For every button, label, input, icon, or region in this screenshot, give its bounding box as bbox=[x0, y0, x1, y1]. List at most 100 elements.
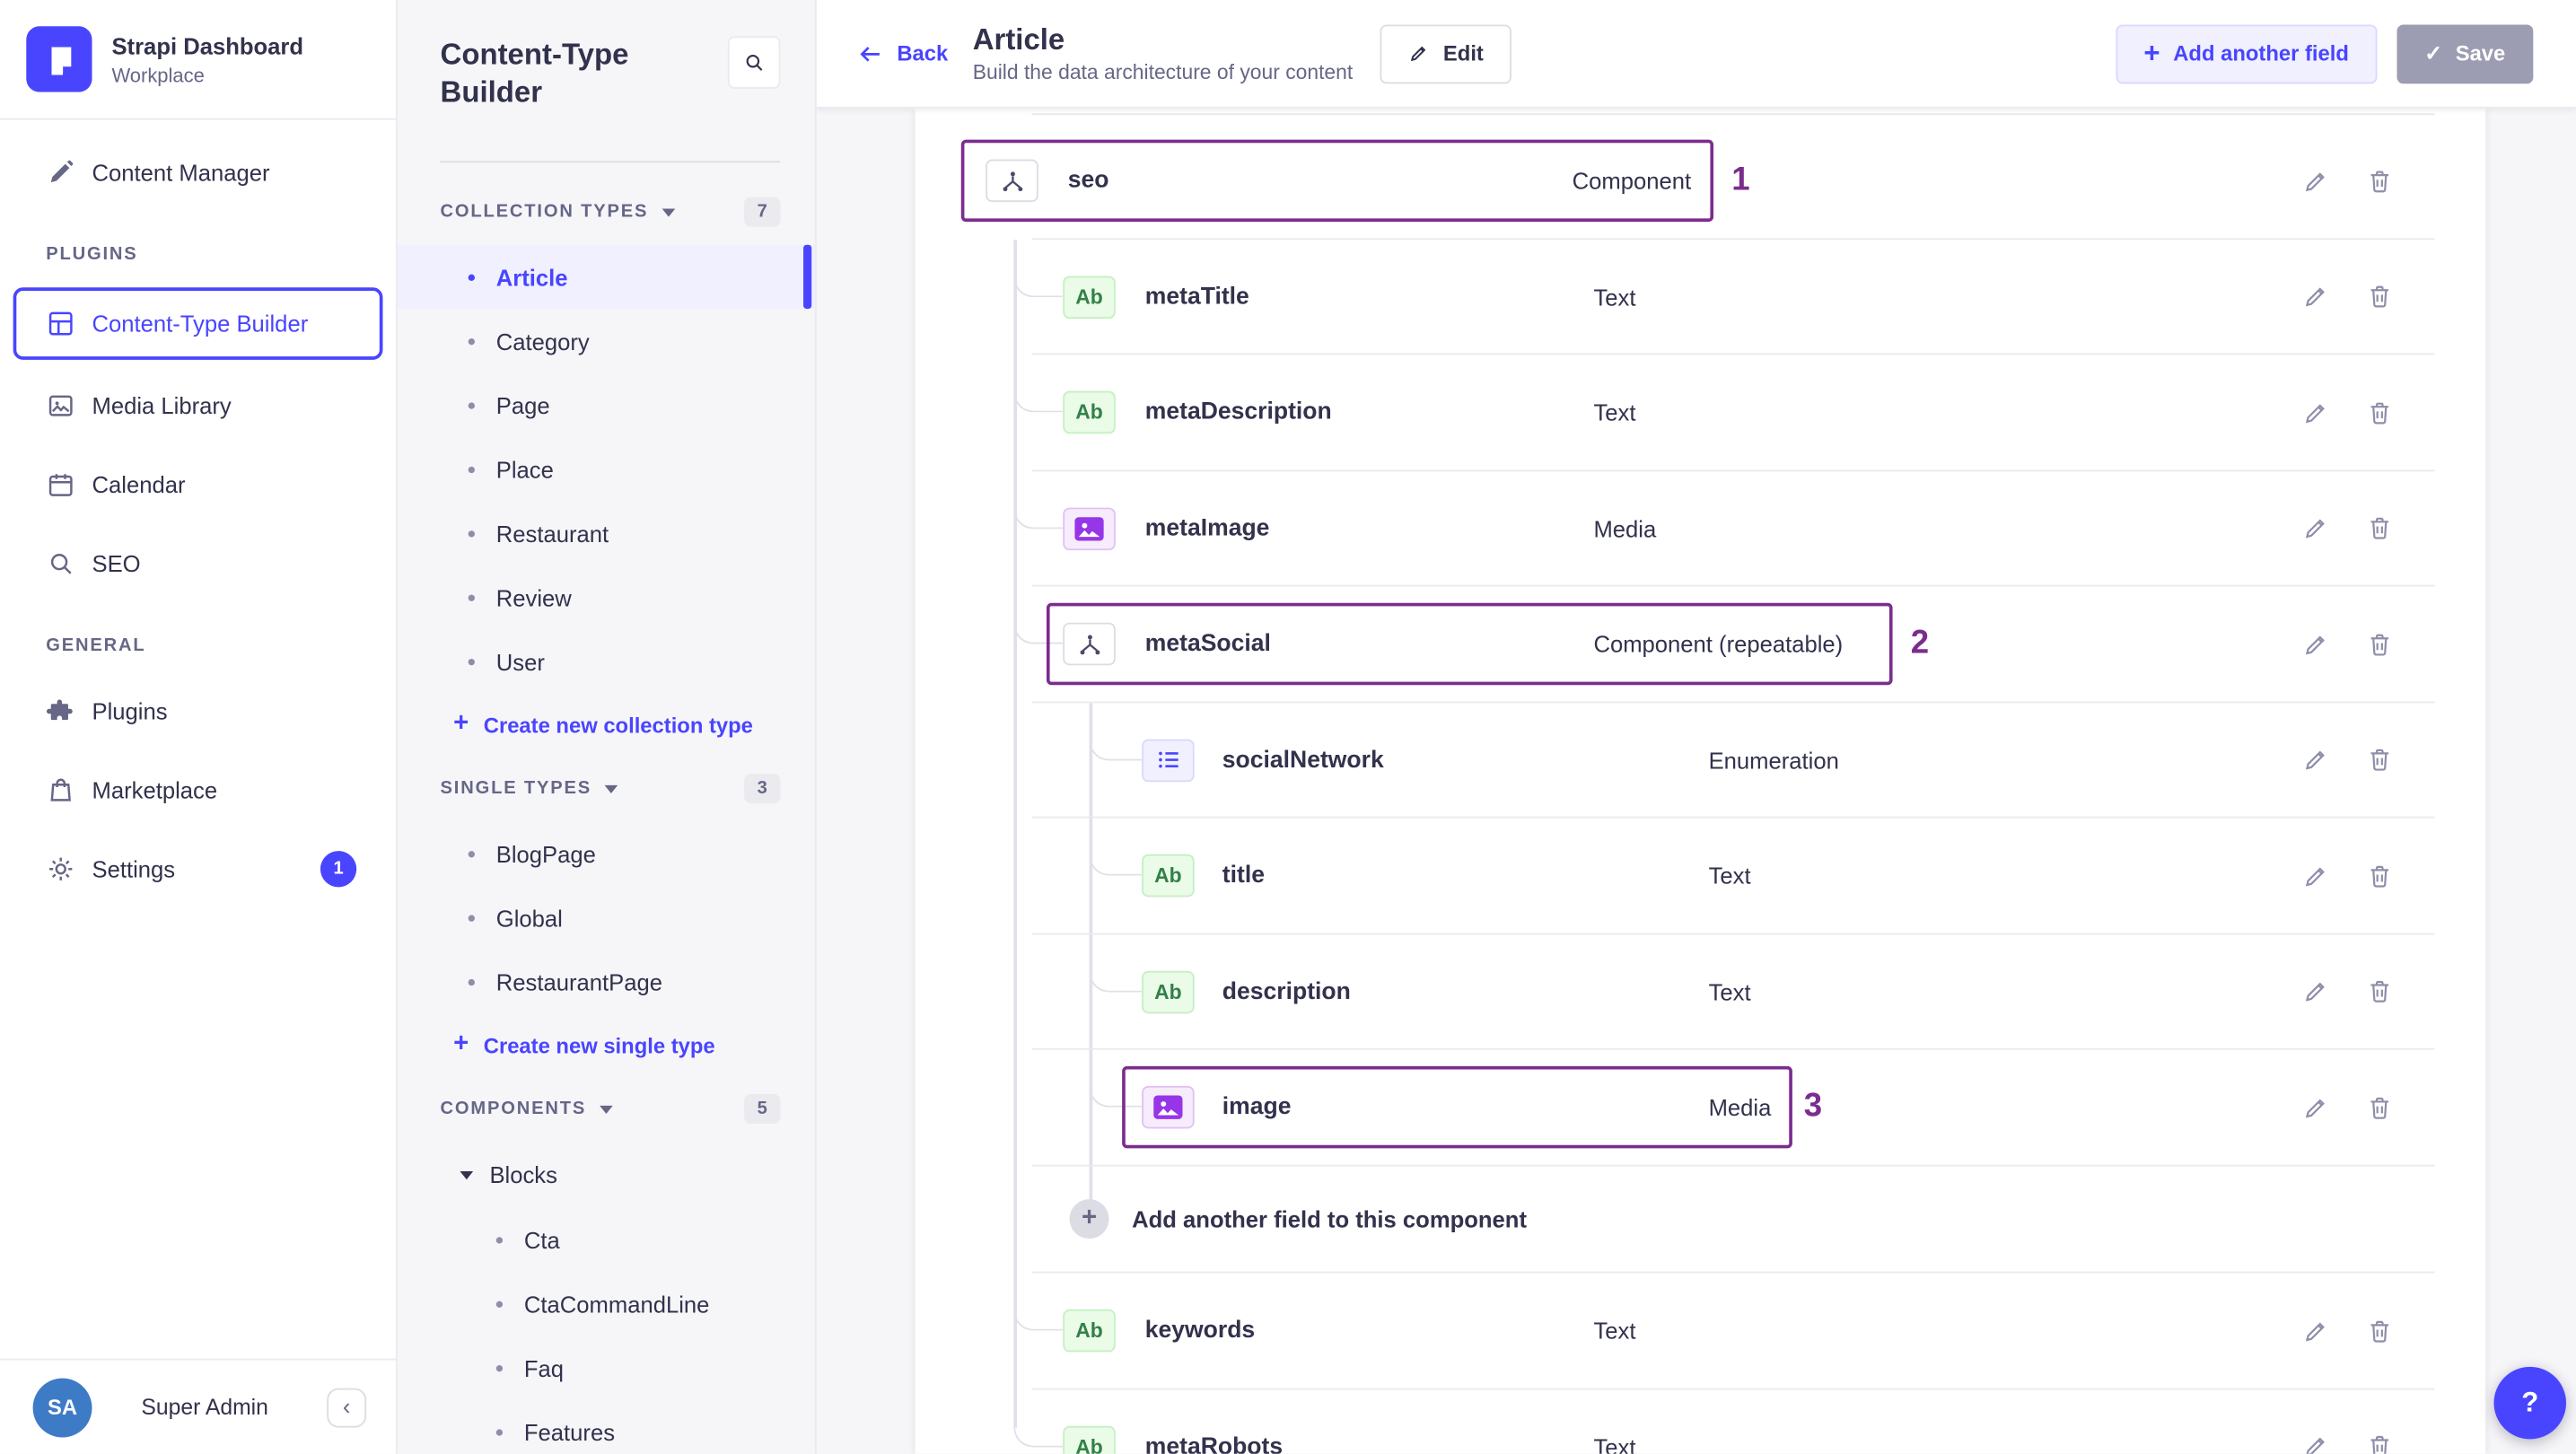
edit-field-button[interactable] bbox=[2293, 1425, 2336, 1454]
component-item-label: Faq bbox=[523, 1354, 565, 1381]
sidebar-item-calendar[interactable]: Calendar bbox=[0, 445, 396, 524]
avatar[interactable]: SA bbox=[32, 1377, 92, 1437]
delete-field-button[interactable] bbox=[2358, 739, 2401, 782]
pencil-icon bbox=[2300, 283, 2328, 311]
field-row-keywords: Ab keywords Text bbox=[916, 1274, 2486, 1389]
type-item-restaurant[interactable]: Restaurant bbox=[398, 501, 815, 565]
field-type: Media bbox=[1593, 515, 1657, 542]
help-button[interactable]: ? bbox=[2493, 1366, 2567, 1440]
section-header-single-types[interactable]: SINGLE TYPES 3 bbox=[398, 756, 815, 821]
delete-field-button[interactable] bbox=[2358, 507, 2401, 550]
sidebar-item-media-library[interactable]: Media Library bbox=[0, 366, 396, 445]
type-item-label: RestaurantPage bbox=[495, 968, 662, 995]
row-actions bbox=[2293, 391, 2400, 434]
user-name: Super Admin bbox=[141, 1394, 268, 1420]
check-icon: ✓ bbox=[2424, 40, 2443, 66]
add-field-label: Add another field bbox=[2173, 40, 2349, 66]
add-another-field-button[interactable]: + Add another field bbox=[2116, 23, 2378, 83]
notification-badge: 1 bbox=[320, 851, 357, 888]
type-item-blogpage[interactable]: BlogPage bbox=[398, 821, 815, 885]
field-row-seo: seo Component 1 bbox=[916, 123, 2486, 239]
edit-button[interactable]: Edit bbox=[1380, 23, 1511, 83]
delete-field-button[interactable] bbox=[2358, 623, 2401, 666]
media-field-icon bbox=[1063, 507, 1116, 550]
text-field-icon: Ab bbox=[1063, 276, 1116, 319]
delete-field-button[interactable] bbox=[2358, 970, 2401, 1013]
delete-field-button[interactable] bbox=[2358, 854, 2401, 898]
component-item-faq[interactable]: Faq bbox=[398, 1336, 815, 1399]
add-field-to-component-row[interactable]: + Add another field to this component bbox=[916, 1166, 2486, 1274]
enumeration-field-icon bbox=[1142, 739, 1195, 782]
create-new-collection-type-link[interactable]: + Create new collection type bbox=[398, 693, 815, 756]
sidebar-item-content-type-builder[interactable]: Content-Type Builder bbox=[13, 287, 383, 360]
sidebar-item-settings[interactable]: Settings 1 bbox=[0, 829, 396, 908]
sidebar-item-seo[interactable]: SEO bbox=[0, 524, 396, 603]
edit-field-button[interactable] bbox=[2293, 391, 2336, 434]
pencil-icon bbox=[2300, 167, 2328, 195]
search-button[interactable] bbox=[727, 36, 781, 89]
field-name: image bbox=[1222, 1094, 1292, 1121]
component-item-features[interactable]: Features bbox=[398, 1399, 815, 1453]
brand: Strapi Dashboard Workplace bbox=[0, 0, 397, 120]
edit-field-button[interactable] bbox=[2293, 1309, 2336, 1353]
trash-icon bbox=[2365, 167, 2393, 195]
edit-field-button[interactable] bbox=[2293, 623, 2336, 666]
delete-field-button[interactable] bbox=[2358, 1425, 2401, 1454]
sidebar-item-label: Settings bbox=[92, 855, 176, 882]
create-new-single-type-link[interactable]: + Create new single type bbox=[398, 1013, 815, 1076]
field-row-description: Ab description Text bbox=[916, 934, 2486, 1050]
pencil-icon bbox=[2300, 514, 2328, 542]
component-item-cta[interactable]: Cta bbox=[398, 1207, 815, 1271]
type-item-user[interactable]: User bbox=[398, 629, 815, 693]
edit-field-button[interactable] bbox=[2293, 739, 2336, 782]
count-badge: 5 bbox=[743, 1094, 781, 1124]
trash-icon bbox=[2365, 746, 2393, 774]
edit-field-button[interactable] bbox=[2293, 276, 2336, 319]
type-item-label: User bbox=[495, 648, 545, 675]
edit-field-button[interactable] bbox=[2293, 507, 2336, 550]
back-link[interactable]: Back bbox=[857, 40, 948, 66]
edit-field-button[interactable] bbox=[2293, 970, 2336, 1013]
field-name: metaTitle bbox=[1144, 284, 1249, 311]
delete-field-button[interactable] bbox=[2358, 1086, 2401, 1129]
section-label: SINGLE TYPES bbox=[440, 778, 592, 799]
type-item-page[interactable]: Page bbox=[398, 372, 815, 436]
section-header-collection-types[interactable]: COLLECTION TYPES 7 bbox=[398, 180, 815, 245]
delete-field-button[interactable] bbox=[2358, 276, 2401, 319]
main-area: Back Article Build the data architecture… bbox=[816, 0, 2576, 1454]
type-item-global[interactable]: Global bbox=[398, 886, 815, 950]
edit-field-button[interactable] bbox=[2293, 1086, 2336, 1129]
section-header-components[interactable]: COMPONENTS 5 bbox=[398, 1076, 815, 1142]
row-actions bbox=[2293, 507, 2400, 550]
component-category-blocks[interactable]: Blocks bbox=[398, 1142, 815, 1207]
edit-field-button[interactable] bbox=[2293, 160, 2336, 203]
save-button[interactable]: ✓ Save bbox=[2396, 23, 2534, 83]
media-field-icon bbox=[1142, 1086, 1195, 1129]
delete-field-button[interactable] bbox=[2358, 1309, 2401, 1353]
content-type-builder-panel: Content-Type Builder COLLECTION TYPES 7 Ar… bbox=[397, 0, 817, 1454]
delete-field-button[interactable] bbox=[2358, 391, 2401, 434]
type-item-place[interactable]: Place bbox=[398, 437, 815, 501]
plus-icon: + bbox=[453, 1029, 469, 1058]
sidebar-item-plugins[interactable]: Plugins bbox=[0, 672, 396, 751]
strapi-logo-icon[interactable] bbox=[26, 26, 92, 92]
type-item-review[interactable]: Review bbox=[398, 565, 815, 629]
type-item-article[interactable]: Article bbox=[397, 244, 815, 310]
field-row-socialnetwork: socialNetwork Enumeration bbox=[916, 702, 2486, 818]
sidebar-item-marketplace[interactable]: Marketplace bbox=[0, 750, 396, 829]
edit-field-button[interactable] bbox=[2293, 854, 2336, 898]
field-name: metaSocial bbox=[1144, 631, 1271, 658]
plus-circle-icon[interactable]: + bbox=[1069, 1199, 1109, 1239]
chevron-down-icon bbox=[460, 1170, 474, 1179]
component-item-ctacommandline[interactable]: CtaCommandLine bbox=[398, 1272, 815, 1336]
field-row-metarobots: Ab metaRobots Text bbox=[916, 1389, 2486, 1454]
pencil-icon bbox=[2300, 978, 2328, 1006]
strapi-content-type-builder-app: Strapi Dashboard Workplace Content Manag… bbox=[0, 0, 2576, 1454]
type-item-restaurantpage[interactable]: RestaurantPage bbox=[398, 950, 815, 1013]
trash-icon bbox=[2365, 862, 2393, 889]
field-type: Text bbox=[1593, 1318, 1636, 1345]
collapse-sidebar-button[interactable]: ‹ bbox=[327, 1387, 367, 1427]
sidebar-item-content-manager[interactable]: Content Manager bbox=[0, 133, 396, 212]
type-item-category[interactable]: Category bbox=[398, 309, 815, 372]
delete-field-button[interactable] bbox=[2358, 160, 2401, 203]
